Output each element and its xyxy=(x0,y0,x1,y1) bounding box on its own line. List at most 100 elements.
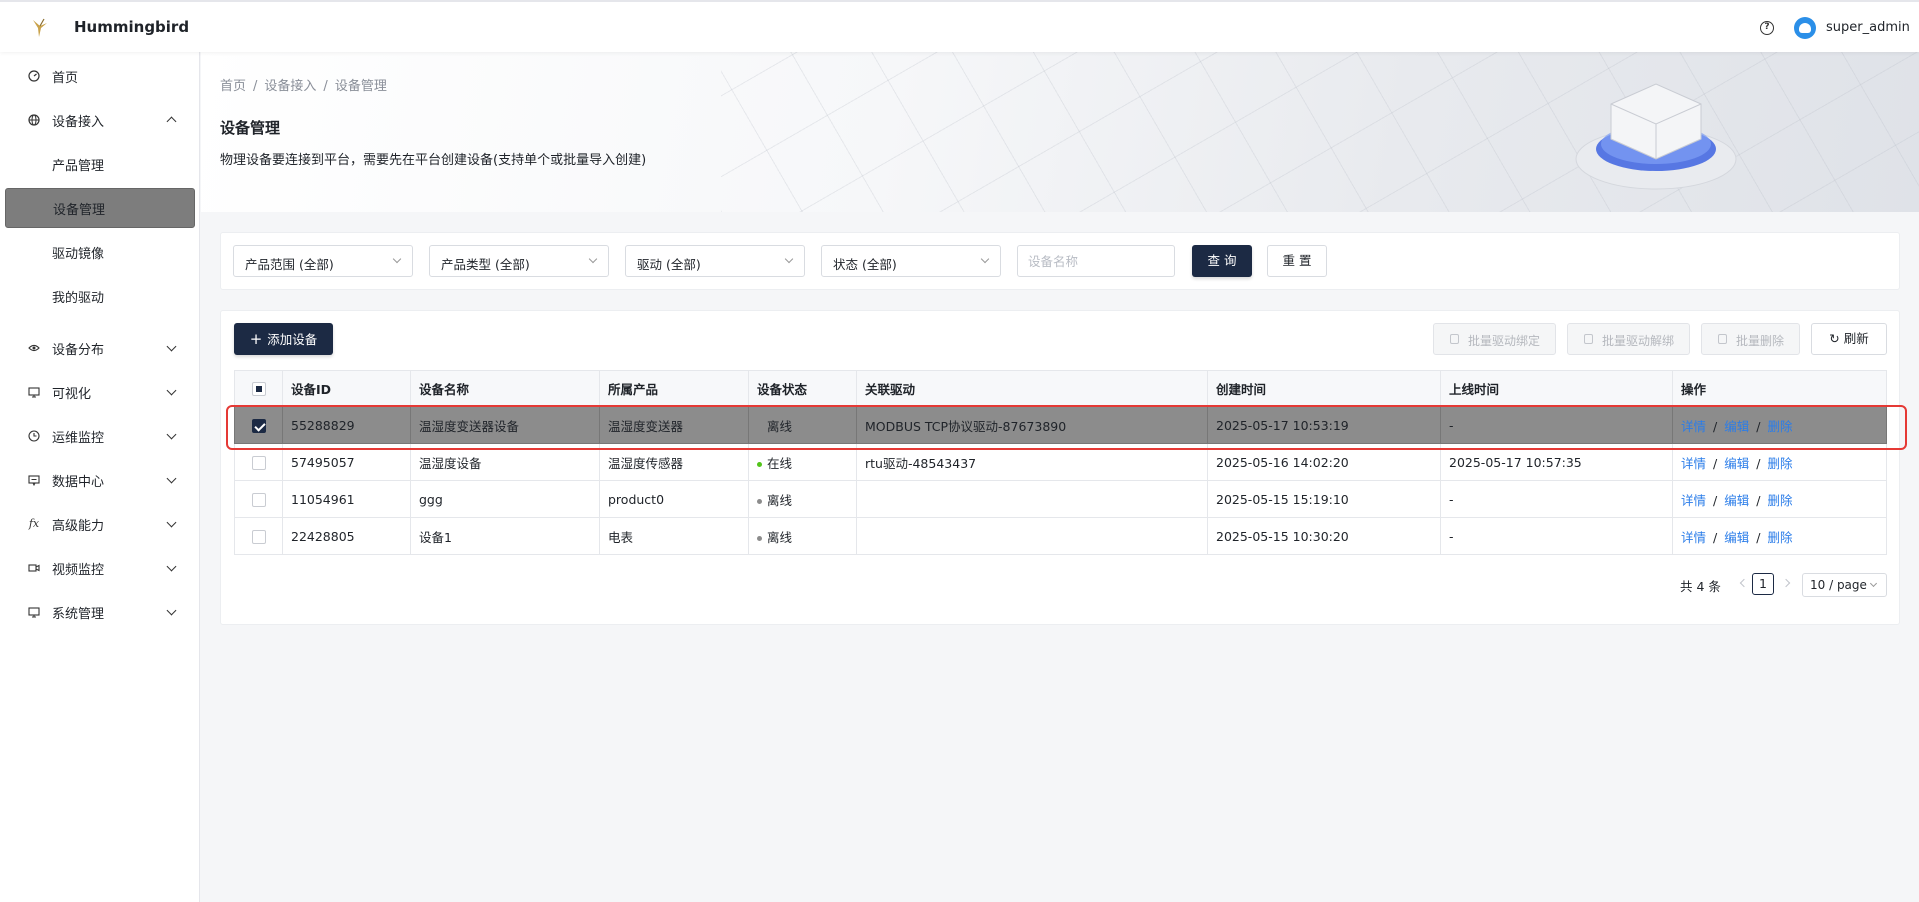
detail-link[interactable]: 详情 xyxy=(1681,419,1706,434)
lock-icon xyxy=(1450,334,1459,344)
status-cell: 离线 xyxy=(748,406,857,444)
status-select[interactable]: 状态 (全部) xyxy=(821,245,1001,277)
eye-icon xyxy=(28,342,40,354)
created-time-cell: 2025-05-16 14:02:20 xyxy=(1207,443,1441,481)
plus-icon: + xyxy=(249,330,263,348)
row-checkbox[interactable] xyxy=(251,455,266,470)
breadcrumb-current: 设备管理 xyxy=(334,79,387,94)
page-size-select[interactable]: 10 / page xyxy=(1802,573,1887,597)
sidebar-item-video-monitor[interactable]: 视频监控 xyxy=(0,548,200,588)
batch-unbind-driver-button[interactable]: 批量驱动解绑 xyxy=(1567,323,1690,355)
device-name-cell: ggg xyxy=(410,480,600,518)
sidebar-subitem-driver-image[interactable]: 驱动镜像 xyxy=(5,232,195,272)
chevron-down-icon xyxy=(588,254,598,264)
column-header: 所属产品 xyxy=(599,370,749,407)
row-checkbox[interactable] xyxy=(251,492,266,507)
delete-link[interactable]: 删除 xyxy=(1767,419,1792,434)
delete-link[interactable]: 删除 xyxy=(1767,456,1792,471)
status-badge: 离线 xyxy=(767,418,793,434)
row-select-cell xyxy=(234,406,283,444)
device-name-cell: 设备1 xyxy=(410,517,600,555)
separator: / xyxy=(1756,455,1761,471)
chevron-down-icon xyxy=(166,561,177,571)
detail-link[interactable]: 详情 xyxy=(1681,456,1706,471)
reset-button[interactable]: 重 置 xyxy=(1267,245,1327,277)
breadcrumb-home[interactable]: 首页 xyxy=(220,79,246,94)
edit-link[interactable]: 编辑 xyxy=(1724,530,1749,545)
pagination-page-1[interactable]: 1 xyxy=(1752,573,1774,595)
table-row[interactable]: 55288829 温湿度变送器设备 温湿度变送器 离线 MODBUS TCP协议驱动-8… xyxy=(234,406,1887,444)
table-row[interactable]: 11054961 ggg product0 离线 2025-05-15 15:19:10… xyxy=(234,480,1887,518)
brand-name[interactable]: Hummingbird xyxy=(74,18,189,36)
status-cell: 在线 xyxy=(748,443,857,481)
select-value: 产品类型 (全部) xyxy=(441,257,530,272)
chevron-down-icon xyxy=(784,254,794,264)
product-scope-select[interactable]: 产品范围 (全部) xyxy=(233,245,413,277)
username[interactable]: super_admin xyxy=(1826,20,1910,35)
status-badge: 离线 xyxy=(767,492,793,508)
device-id-cell: 57495057 xyxy=(282,443,411,481)
add-device-label: 添加设备 xyxy=(267,332,318,347)
select-value: 驱动 (全部) xyxy=(637,257,701,272)
status-cell: 离线 xyxy=(748,517,857,555)
chevron-down-icon xyxy=(166,341,177,351)
chevron-up-icon xyxy=(166,116,177,127)
chevron-down-icon xyxy=(166,605,177,615)
created-time-cell: 2025-05-17 10:53:19 xyxy=(1207,406,1441,444)
table-row[interactable]: 22428805 设备1 电表 离线 2025-05-15 10:30:20- 详情 / 编辑… xyxy=(234,517,1887,555)
sidebar-subitem-my-driver[interactable]: 我的驱动 xyxy=(5,276,195,316)
page-description: 物理设备要连接到平台，需要先在平台创建设备(支持单个或批量导入创建) xyxy=(220,153,647,168)
product-cell: product0 xyxy=(599,480,749,518)
status-dot-icon xyxy=(757,535,762,541)
edit-link[interactable]: 编辑 xyxy=(1724,493,1749,508)
page-banner xyxy=(201,52,1919,212)
sidebar-subitem-product-management[interactable]: 产品管理 xyxy=(5,144,195,184)
sidebar-item-home[interactable]: 首页 xyxy=(0,56,200,96)
sidebar-item-device-access[interactable]: 设备接入 xyxy=(0,100,200,140)
row-checkbox[interactable] xyxy=(251,529,266,544)
created-time-cell: 2025-05-15 10:30:20 xyxy=(1207,517,1441,555)
query-button[interactable]: 查 询 xyxy=(1192,245,1252,277)
edit-link[interactable]: 编辑 xyxy=(1724,456,1749,471)
sidebar-subitem-device-management[interactable]: 设备管理 xyxy=(5,188,195,228)
status-dot-icon xyxy=(757,498,762,504)
hummingbird-logo-icon[interactable] xyxy=(30,17,50,39)
separator: / xyxy=(1756,418,1761,434)
delete-link[interactable]: 删除 xyxy=(1767,530,1792,545)
sidebar-item-data-center[interactable]: 数据中心 xyxy=(0,460,200,500)
edit-link[interactable]: 编辑 xyxy=(1724,419,1749,434)
sidebar-item-label: 设备接入 xyxy=(52,114,105,130)
sidebar-item-ops-monitor[interactable]: 运维监控 xyxy=(0,416,200,456)
table-row[interactable]: 57495057 温湿度设备 温湿度传感器 在线 rtu驱动-48543437 2025-… xyxy=(234,443,1887,481)
sidebar-item-label: 高级能力 xyxy=(52,518,105,534)
add-device-button[interactable]: + 添加设备 xyxy=(234,323,333,355)
sidebar-item-advanced[interactable]: fx 高级能力 xyxy=(0,504,200,544)
chevron-down-icon xyxy=(166,517,177,527)
video-icon xyxy=(28,562,40,574)
select-all-checkbox[interactable] xyxy=(251,382,266,397)
detail-link[interactable]: 详情 xyxy=(1681,530,1706,545)
delete-link[interactable]: 删除 xyxy=(1767,493,1792,508)
separator: / xyxy=(1756,529,1761,545)
device-name-input[interactable] xyxy=(1017,245,1175,277)
breadcrumb-device-access[interactable]: 设备接入 xyxy=(264,79,316,94)
actions-cell: 详情 / 编辑 / 删除 xyxy=(1672,517,1887,555)
sidebar-item-system-management[interactable]: 系统管理 xyxy=(0,592,200,632)
detail-link[interactable]: 详情 xyxy=(1681,493,1706,508)
avatar[interactable] xyxy=(1794,17,1816,39)
refresh-button[interactable]: ↻ 刷新 xyxy=(1811,323,1887,355)
page-title: 设备管理 xyxy=(220,119,281,137)
row-checkbox[interactable] xyxy=(251,418,266,433)
device-id-cell: 55288829 xyxy=(282,406,411,444)
sidebar-item-device-distribution[interactable]: 设备分布 xyxy=(0,328,200,368)
product-type-select[interactable]: 产品类型 (全部) xyxy=(429,245,609,277)
help-icon[interactable]: ? xyxy=(1760,21,1774,35)
driver-select[interactable]: 驱动 (全部) xyxy=(625,245,805,277)
status-cell: 离线 xyxy=(748,480,857,518)
batch-bind-driver-button[interactable]: 批量驱动绑定 xyxy=(1433,323,1556,355)
driver-cell: rtu驱动-48543437 xyxy=(856,443,1208,481)
sidebar-item-visualization[interactable]: 可视化 xyxy=(0,372,200,412)
row-select-cell xyxy=(234,443,283,481)
status-badge: 离线 xyxy=(767,529,793,545)
batch-delete-button[interactable]: 批量删除 xyxy=(1701,323,1800,355)
